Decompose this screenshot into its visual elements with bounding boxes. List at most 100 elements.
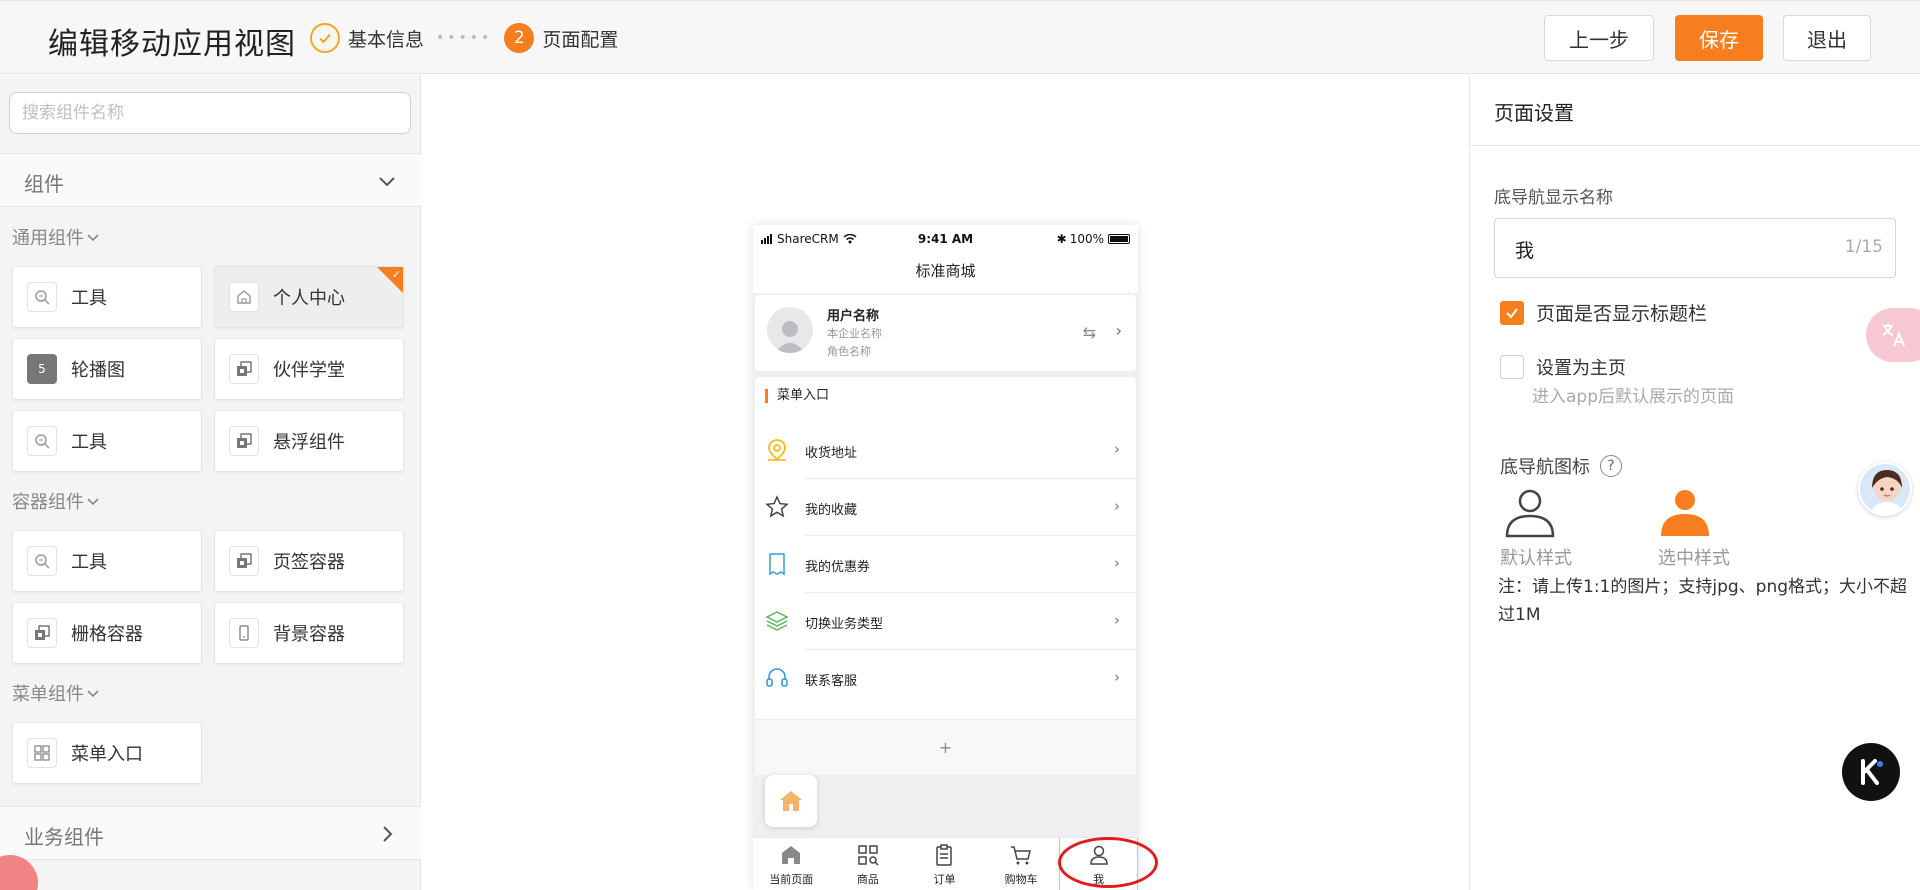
group-title-menu[interactable]: 菜单组件 [12,680,100,706]
carousel-icon: 5 [27,354,57,384]
phone-nav-title: 标准商城 [753,253,1138,293]
char-counter: 1/15 [1844,237,1883,257]
tab-products[interactable]: 商品 [830,838,907,890]
chevron-down-icon [87,234,99,242]
component-card-carousel[interactable]: 5 轮播图 [12,338,202,400]
group-title-container[interactable]: 容器组件 [12,488,100,514]
component-block-icon [229,354,259,384]
search-input[interactable] [9,92,411,134]
chevron-right-icon: › [1114,440,1120,458]
k-logo-icon [1861,759,1883,785]
component-card-tool[interactable]: 工具 [12,530,202,592]
bluetooth-icon: ✱ [1056,232,1067,246]
tab-current-page[interactable]: 当前页面 [753,838,830,890]
component-block-icon [27,618,57,648]
search-tool-icon [27,546,57,576]
search-tool-icon [27,282,57,312]
translate-icon [1882,324,1905,347]
grid-icon [27,738,57,768]
enterprise-name: 本企业名称 [827,327,882,340]
coupon-icon [769,553,785,576]
set-home-label: 设置为主页 [1536,358,1626,379]
help-icon[interactable]: ? [1600,455,1622,477]
cart-icon [1011,846,1032,865]
step-complete-icon [310,23,340,53]
chevron-right-icon: › [1114,554,1120,572]
chevron-right-icon [383,826,393,842]
phone-frame-icon [229,618,259,648]
grid-search-icon [858,845,879,866]
search-tool-icon [27,426,57,456]
component-card-partner-academy[interactable]: 伙伴学堂 [214,338,404,400]
component-card-background-container[interactable]: 背景容器 [214,602,404,664]
menu-item-favorites[interactable]: 我的收藏 › [755,479,1136,536]
k-logo-button[interactable] [1842,743,1900,801]
set-home-checkbox[interactable] [1500,355,1524,379]
component-block-icon [229,546,259,576]
add-component-button[interactable]: + [755,719,1136,775]
menu-item-customer-service[interactable]: 联系客服 › [755,650,1136,707]
nav-name-input[interactable]: 我 1/15 [1494,218,1896,278]
battery-icon [1108,234,1130,244]
component-card-menu-entry[interactable]: 菜单入口 [12,722,202,784]
exit-button[interactable]: 退出 [1783,15,1871,61]
chevron-down-icon [379,177,395,187]
home-icon [782,846,801,864]
menu-entry-block[interactable]: 菜单入口 收货地址 › 我的收藏 › 我的优惠券 › 切换业务类型 › 联系客服… [755,377,1136,774]
switch-icon[interactable]: ⇆ [1083,323,1096,342]
component-panel: 组件 通用组件 工具 个人中心 ✓ 5 轮播图 伙伴学堂 工具 悬浮组件 容器组… [0,75,421,890]
assistant-avatar[interactable] [1858,462,1912,516]
highlight-circle [1058,837,1158,888]
chevron-right-icon: › [1115,321,1122,340]
translate-button[interactable] [1866,308,1920,362]
headset-icon [766,668,788,687]
step-number-badge: 2 [504,23,535,53]
save-button[interactable]: 保存 [1675,15,1763,61]
phone-preview: ShareCRM 9:41 AM ✱ 100% 标准商城 用户名称 本企业名称 … [753,225,1138,890]
home-float-button[interactable] [765,775,817,827]
nav-name-label: 底导航显示名称 [1494,188,1613,208]
menu-item-switch-business[interactable]: 切换业务类型 › [755,593,1136,650]
tab-cart[interactable]: 购物车 [983,838,1060,890]
step-indicator: 基本信息 ••••• 2 页面配置 [310,23,618,53]
header: 编辑移动应用视图 基本信息 ••••• 2 页面配置 上一步 保存 退出 [0,0,1920,74]
location-pin-icon [768,439,786,461]
avatar [767,307,813,353]
step-basic-info[interactable]: 基本信息 [348,25,424,52]
component-card-tab-container[interactable]: 页签容器 [214,530,404,592]
components-section-header[interactable]: 组件 [0,153,421,207]
component-card-tool[interactable]: 工具 [12,410,202,472]
step-page-config[interactable]: 页面配置 [542,25,618,52]
show-title-label: 页面是否显示标题栏 [1536,303,1708,325]
star-icon [765,495,789,518]
selected-user-icon[interactable] [1655,488,1715,538]
chevron-down-icon [87,690,99,698]
home-icon [780,791,802,811]
menu-item-coupons[interactable]: 我的优惠券 › [755,536,1136,593]
user-name: 用户名称 [827,309,880,324]
role-name: 角色名称 [827,345,871,358]
show-title-checkbox[interactable] [1500,301,1524,325]
prev-step-button[interactable]: 上一步 [1544,15,1654,61]
check-icon [1506,308,1518,319]
step-divider: ••••• [436,30,493,46]
component-card-grid-container[interactable]: 栅格容器 [12,602,202,664]
upload-note: 注：请上传1:1的图片；支持jpg、png格式；大小不超过1M [1498,577,1908,625]
group-title-common[interactable]: 通用组件 [12,224,100,250]
home-outline-icon [229,282,259,312]
component-card-tool[interactable]: 工具 [12,266,202,328]
chevron-right-icon: › [1114,497,1120,515]
component-card-personal-center[interactable]: 个人中心 ✓ [214,266,404,328]
selected-style-label: 选中样式 [1658,548,1730,569]
menu-item-address[interactable]: 收货地址 › [755,422,1136,479]
personal-center-card[interactable]: 用户名称 本企业名称 角色名称 ⇆ › [755,295,1136,371]
check-icon: ✓ [391,268,401,281]
chevron-right-icon: › [1114,668,1120,686]
tab-orders[interactable]: 订单 [906,838,983,890]
page-title: 编辑移动应用视图 [48,27,296,62]
settings-title: 页面设置 [1494,101,1574,125]
component-card-floating[interactable]: 悬浮组件 [214,410,404,472]
default-user-icon[interactable] [1500,488,1560,538]
nav-icon-label: 底导航图标 ? [1500,453,1622,479]
business-section-header[interactable]: 业务组件 [0,806,421,860]
